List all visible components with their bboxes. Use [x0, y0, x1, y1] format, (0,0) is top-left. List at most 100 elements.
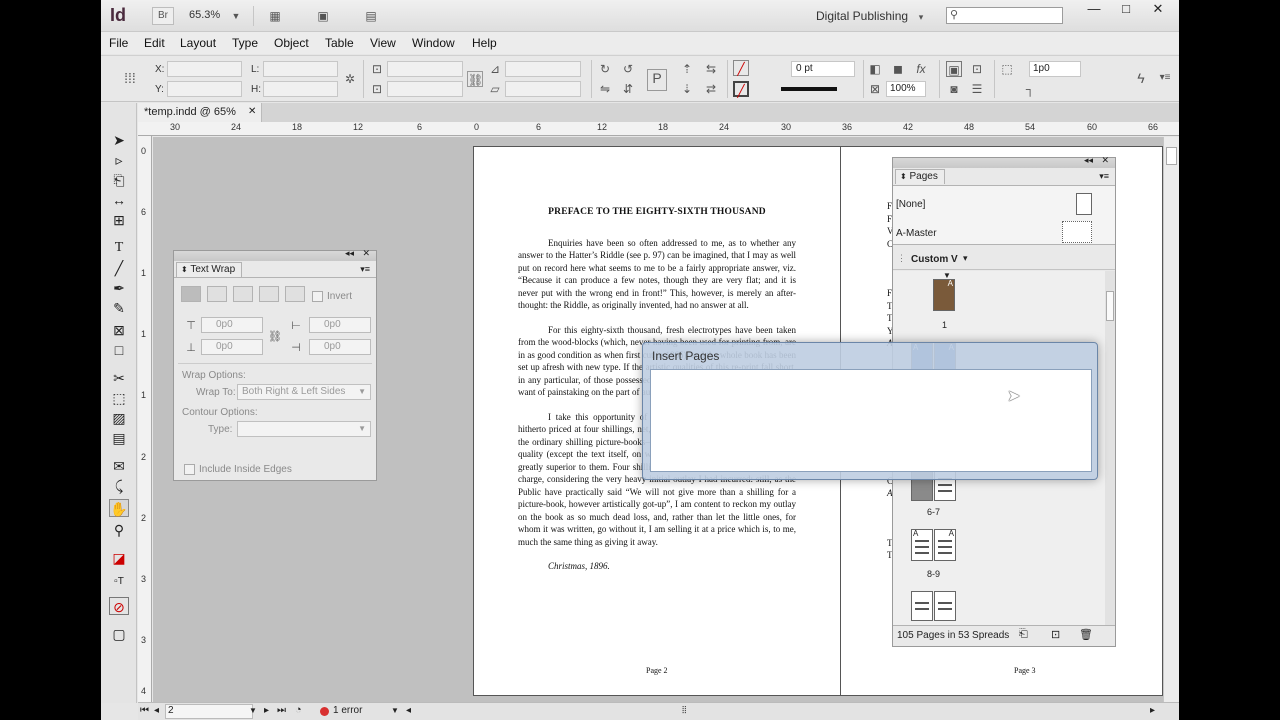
page-number-field[interactable]: 2: [165, 704, 253, 719]
chevron-down-icon[interactable]: ▾: [963, 253, 968, 264]
shear-angle-field[interactable]: [505, 81, 581, 97]
menu-table[interactable]: Table: [325, 36, 354, 50]
chevron-down-icon[interactable]: ▼: [249, 706, 257, 715]
wrap-bounding-box-button[interactable]: [207, 286, 227, 302]
reference-p-icon[interactable]: P: [647, 69, 667, 91]
constrain-scale-icon[interactable]: ⛓: [467, 71, 483, 87]
effects-fx-icon[interactable]: fx: [913, 61, 929, 77]
reference-point-icon[interactable]: ⁞⁞⁞: [122, 70, 138, 86]
bottom-offset-field[interactable]: 0p0: [201, 339, 263, 355]
vertical-ruler[interactable]: 0 6 1 1 1 2 2 3 3 4: [138, 136, 152, 702]
collapse-icon[interactable]: ◂◂: [345, 248, 354, 259]
scrollbar-thumb[interactable]: [1106, 291, 1114, 321]
next-page-icon[interactable]: ▸: [264, 705, 269, 716]
wrap-jump-icon[interactable]: ☰: [969, 81, 985, 97]
flip-horizontal-icon[interactable]: ⇋: [597, 81, 613, 97]
gradient-feather-tool-icon[interactable]: ▤: [109, 429, 129, 447]
page-size-icon[interactable]: ⎗: [1019, 628, 1028, 641]
top-offset-field[interactable]: 0p0: [201, 317, 263, 333]
collapse-icon[interactable]: ◂◂: [1084, 155, 1093, 166]
page-tool-icon[interactable]: ⎗: [109, 171, 129, 189]
previous-page-icon[interactable]: ◂: [154, 705, 159, 716]
eyedropper-tool-icon[interactable]: ⤹: [109, 477, 129, 495]
menu-edit[interactable]: Edit: [144, 36, 165, 50]
last-page-icon[interactable]: ⏭: [277, 705, 286, 716]
scale-x-field[interactable]: [387, 61, 463, 77]
panel-title-bar[interactable]: ◂◂ ✕: [893, 155, 1115, 168]
select-previous-icon[interactable]: ⇆: [703, 61, 719, 77]
panel-menu-icon[interactable]: ▾≡: [1099, 171, 1109, 182]
contour-type-select[interactable]: ▼: [237, 421, 371, 437]
close-icon[interactable]: ✕: [1101, 155, 1109, 166]
document-tab[interactable]: *temp.indd @ 65% ✕: [138, 103, 262, 122]
hand-tool-icon[interactable]: ✋: [109, 499, 129, 517]
effects-square-icon[interactable]: ◼: [890, 61, 906, 77]
selection-tool-icon[interactable]: ➤: [109, 131, 129, 149]
apply-none-icon[interactable]: ⊘: [109, 597, 129, 615]
close-icon[interactable]: ✕: [248, 103, 256, 121]
maximize-button[interactable]: □: [1111, 0, 1141, 20]
height-field[interactable]: [263, 81, 338, 97]
rotate-cw-icon[interactable]: ↻: [597, 61, 613, 77]
stroke-weight-field[interactable]: 0 pt: [791, 61, 855, 77]
text-wrap-none-icon[interactable]: ▣: [946, 61, 962, 77]
menu-window[interactable]: Window: [412, 36, 455, 50]
page-11-thumb[interactable]: [934, 591, 956, 621]
menu-type[interactable]: Type: [232, 36, 258, 50]
flip-vertical-icon[interactable]: ⇵: [620, 81, 636, 97]
scale-y-field[interactable]: [387, 81, 463, 97]
right-offset-field[interactable]: 0p0: [309, 339, 371, 355]
horizontal-ruler[interactable]: 30 24 18 12 6 0 6 12 18 24 30 36 42 48 5…: [138, 122, 1179, 136]
formatting-container-icon[interactable]: ▫T: [109, 573, 129, 591]
gap-field[interactable]: 1p0: [1029, 61, 1081, 77]
close-button[interactable]: ✕: [1143, 0, 1173, 20]
width-field[interactable]: [263, 61, 338, 77]
lightning-icon[interactable]: ϟ: [1133, 70, 1149, 86]
rectangle-frame-tool-icon[interactable]: ⊠: [109, 321, 129, 339]
bridge-button[interactable]: Br: [152, 7, 174, 25]
select-container-icon[interactable]: ⇡: [679, 61, 695, 77]
include-inside-edges-checkbox[interactable]: [184, 464, 195, 475]
no-wrap-button[interactable]: [181, 286, 201, 302]
select-content-icon[interactable]: ⇣: [679, 81, 695, 97]
fill-stroke-icon[interactable]: ◪: [109, 549, 129, 567]
stroke-type-preview[interactable]: [781, 87, 837, 91]
panel-menu-icon[interactable]: ▾≡: [1157, 70, 1173, 86]
content-collector-icon[interactable]: ⊞: [109, 211, 129, 229]
constrain-proportions-icon[interactable]: ✲: [342, 71, 358, 87]
open-document-icon[interactable]: ◔: [295, 704, 302, 716]
scroll-right-icon[interactable]: ▸: [1150, 705, 1155, 716]
view-options-icon[interactable]: ▦: [267, 8, 283, 24]
vertical-scrollbar[interactable]: [1163, 137, 1179, 702]
scroll-grip-icon[interactable]: ⦙⦙: [682, 705, 686, 716]
page-8-thumb[interactable]: A: [911, 529, 933, 561]
menu-view[interactable]: View: [370, 36, 396, 50]
master-none-thumb[interactable]: [1076, 193, 1092, 215]
opacity-field[interactable]: 100%: [886, 81, 926, 97]
menu-object[interactable]: Object: [274, 36, 309, 50]
panel-title-bar[interactable]: ◂◂ ✕: [174, 248, 376, 261]
link-offsets-icon[interactable]: ⛓: [267, 329, 283, 345]
pencil-tool-icon[interactable]: ✎: [109, 299, 129, 317]
minimize-button[interactable]: —: [1079, 0, 1109, 20]
page-9-thumb[interactable]: A: [934, 529, 956, 561]
select-next-icon[interactable]: ⇄: [703, 81, 719, 97]
zoom-level[interactable]: 65.3%: [189, 9, 220, 21]
view-menu[interactable]: Custom V: [911, 254, 958, 265]
workspace-switcher[interactable]: Digital Publishing: [816, 9, 908, 23]
screen-mode-icon[interactable]: ▢: [109, 625, 129, 643]
master-none[interactable]: [None]: [896, 199, 925, 210]
fill-swatch-icon[interactable]: ╱: [733, 60, 749, 76]
gap-tool-icon[interactable]: ↔: [109, 191, 129, 209]
gradient-swatch-tool-icon[interactable]: ▨: [109, 409, 129, 427]
panel-menu-icon[interactable]: ▾≡: [360, 264, 370, 275]
chevron-down-icon[interactable]: ▼: [391, 706, 399, 715]
new-page-icon[interactable]: ⊡: [1051, 628, 1060, 641]
search-input[interactable]: ⚲: [946, 7, 1063, 24]
wrap-object-shape-button[interactable]: [233, 286, 253, 302]
corner-options-icon[interactable]: ┐: [1022, 81, 1038, 97]
arrange-documents-icon[interactable]: ▤: [363, 8, 379, 24]
scroll-left-icon[interactable]: ◂: [406, 705, 411, 716]
stroke-swatch-icon[interactable]: ╱: [733, 81, 749, 98]
menu-help[interactable]: Help: [472, 36, 497, 50]
